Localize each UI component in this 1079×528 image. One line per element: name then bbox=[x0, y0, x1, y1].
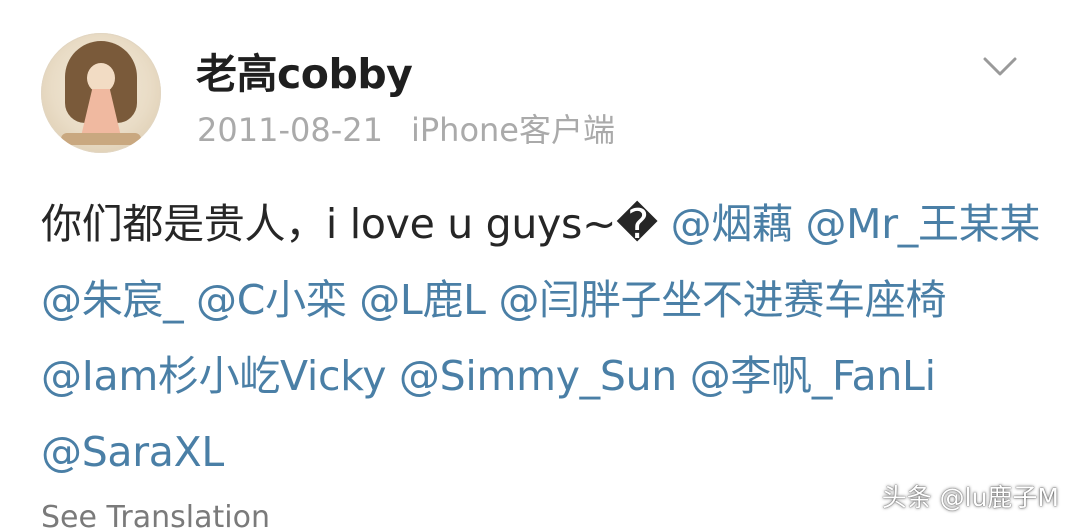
mention-link[interactable]: @C小栾 bbox=[196, 276, 347, 324]
chevron-down-icon[interactable] bbox=[982, 54, 1018, 80]
post-client: iPhone客户端 bbox=[410, 111, 615, 149]
post-meta: 2011-08-21 iPhone客户端 bbox=[197, 105, 615, 151]
mention-link[interactable]: @烟藕 bbox=[671, 200, 793, 248]
mention-link[interactable]: @Simmy_Sun bbox=[399, 352, 677, 400]
avatar-base bbox=[61, 133, 141, 145]
post-date: 2011-08-21 bbox=[197, 111, 383, 149]
mention-link[interactable]: @SaraXL bbox=[41, 428, 224, 476]
mention-link[interactable]: @L鹿L bbox=[359, 276, 486, 324]
mention-link[interactable]: @朱宸_ bbox=[41, 276, 184, 324]
mention-link[interactable]: @Iam杉小屹Vicky bbox=[41, 352, 386, 400]
emoji-placeholder: � bbox=[616, 200, 658, 248]
post-text: 你们都是贵人，i love u guys~ bbox=[41, 200, 617, 248]
post-body: 你们都是贵人，i love u guys~� @烟藕 @Mr_王某某 @朱宸_ … bbox=[41, 186, 1041, 490]
mention-link[interactable]: @闫胖子坐不进赛车座椅 bbox=[498, 276, 946, 324]
see-translation-link[interactable]: See Translation bbox=[41, 500, 270, 528]
watermark: 头条 @lu鹿子M bbox=[881, 483, 1059, 512]
author-name[interactable]: 老高cobby bbox=[196, 40, 413, 100]
mention-link[interactable]: @李帆_FanLi bbox=[690, 352, 936, 400]
avatar-face bbox=[87, 63, 115, 93]
mention-link[interactable]: @Mr_王某某 bbox=[805, 200, 1040, 248]
avatar[interactable] bbox=[41, 33, 161, 153]
